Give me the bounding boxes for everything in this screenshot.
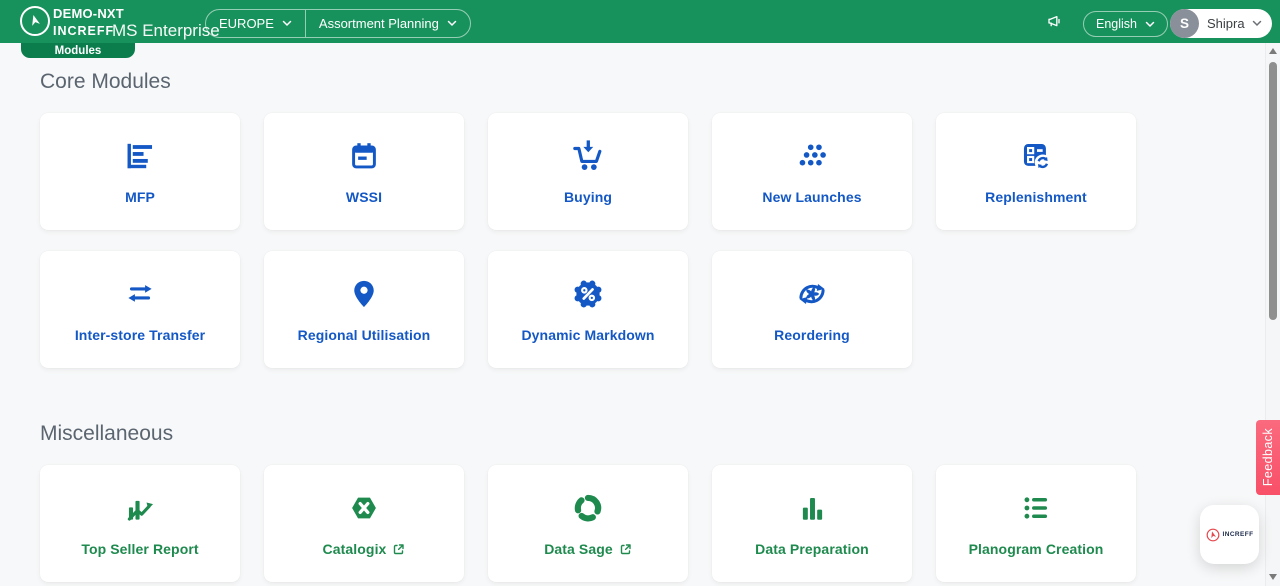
scroll-down-arrow-icon[interactable] (1269, 574, 1277, 580)
segmented-donut-icon (571, 490, 605, 526)
module-card-mfp[interactable]: MFP (40, 113, 240, 230)
brand-title: DEMO-NXT (53, 6, 124, 21)
module-card-label: Data Preparation (755, 541, 869, 557)
transfer-arrows-icon (123, 276, 157, 312)
feedback-tab-label: Feedback (1261, 428, 1275, 487)
module-card-label: New Launches (762, 189, 862, 205)
module-card-planogram-creation[interactable]: Planogram Creation (936, 465, 1136, 582)
increff-logo-icon[interactable] (20, 6, 50, 36)
loop-pinwheel-icon (794, 276, 830, 312)
dot-cluster-icon (796, 138, 829, 174)
module-card-label: Data Sage (544, 541, 613, 557)
bullet-list-icon (1019, 490, 1053, 526)
planning-selector-value: Assortment Planning (318, 16, 439, 31)
language-selector-value: English (1096, 17, 1137, 31)
module-card-top-seller-report[interactable]: Top Seller Report (40, 465, 240, 582)
calendar-icon (348, 138, 380, 174)
core-modules-heading: Core Modules (40, 70, 171, 93)
external-link-icon (620, 543, 631, 554)
module-card-inter-store-transfer[interactable]: Inter-store Transfer (40, 251, 240, 368)
core-modules-row-1: MFP WSSI Buying New Launches Replenishme… (40, 113, 1136, 230)
feedback-tab[interactable]: Feedback (1256, 420, 1280, 495)
miscellaneous-heading: Miscellaneous (40, 422, 174, 445)
module-card-label: Replenishment (985, 189, 1087, 205)
vertical-scrollbar[interactable] (1265, 43, 1280, 586)
module-card-label: MFP (125, 189, 155, 205)
chevron-down-icon (1252, 20, 1261, 27)
module-card-label: Inter-store Transfer (74, 327, 206, 343)
external-link-icon (394, 543, 405, 554)
scroll-up-arrow-icon[interactable] (1269, 48, 1277, 54)
announcement-button[interactable] (1043, 12, 1067, 32)
module-card-label: Reordering (774, 327, 850, 343)
chat-widget-button[interactable]: INCREFF (1200, 505, 1259, 564)
module-card-replenishment[interactable]: Replenishment (936, 113, 1136, 230)
module-card-label: Regional Utilisation (297, 327, 431, 343)
brand-product: MS Enterprise (112, 21, 220, 40)
miscellaneous-row-1: Top Seller Report Catalogix Data Sage Da… (40, 465, 1136, 582)
widget-brand-text: INCREFF (1222, 531, 1254, 538)
megaphone-icon (1047, 16, 1060, 27)
horizontal-bar-chart-icon (123, 138, 157, 174)
module-card-label: Buying (563, 189, 613, 205)
module-card-catalogix[interactable]: Catalogix (264, 465, 464, 582)
module-card-data-sage[interactable]: Data Sage (488, 465, 688, 582)
module-card-data-preparation[interactable]: Data Preparation (712, 465, 912, 582)
chevron-down-icon (282, 20, 292, 27)
vertical-bars-icon (796, 490, 829, 526)
user-menu[interactable]: S Shipra (1170, 9, 1272, 38)
planning-selector[interactable]: Assortment Planning (306, 10, 470, 37)
module-card-wssi[interactable]: WSSI (264, 113, 464, 230)
module-card-dynamic-markdown[interactable]: Dynamic Markdown (488, 251, 688, 368)
brand-logo-text: INCREFF (53, 24, 115, 38)
module-card-label: Catalogix (322, 541, 387, 557)
map-pin-icon (348, 276, 380, 312)
user-name: Shipra (1207, 16, 1245, 31)
module-card-label: WSSI (345, 189, 383, 205)
module-card-label: Dynamic Markdown (521, 327, 655, 343)
language-selector[interactable]: English (1083, 11, 1168, 37)
chevron-down-icon (447, 20, 457, 27)
avatar: S (1170, 9, 1199, 38)
increff-mini-logo-icon (1206, 528, 1219, 541)
module-card-buying[interactable]: Buying (488, 113, 688, 230)
module-card-label: Planogram Creation (968, 541, 1104, 557)
scrollbar-thumb[interactable] (1269, 62, 1277, 320)
modules-sync-icon (1019, 138, 1053, 174)
module-card-regional-utilisation[interactable]: Regional Utilisation (264, 251, 464, 368)
module-card-label: Top Seller Report (81, 541, 199, 557)
hexagon-x-icon (347, 490, 381, 526)
context-selector: EUROPE Assortment Planning (205, 9, 471, 38)
discount-badge-icon (571, 276, 605, 312)
core-modules-row-2: Inter-store Transfer Regional Utilisatio… (40, 251, 912, 368)
tab-modules[interactable]: Modules (21, 43, 135, 58)
cart-arrow-down-icon (570, 138, 606, 174)
region-selector-value: EUROPE (219, 16, 274, 31)
chevron-down-icon (1145, 21, 1155, 27)
trending-bars-icon (123, 490, 157, 526)
app-header: DEMO-NXT INCREFF MS Enterprise EUROPE As… (0, 0, 1280, 43)
module-card-reordering[interactable]: Reordering (712, 251, 912, 368)
region-selector[interactable]: EUROPE (206, 10, 305, 37)
module-card-new-launches[interactable]: New Launches (712, 113, 912, 230)
